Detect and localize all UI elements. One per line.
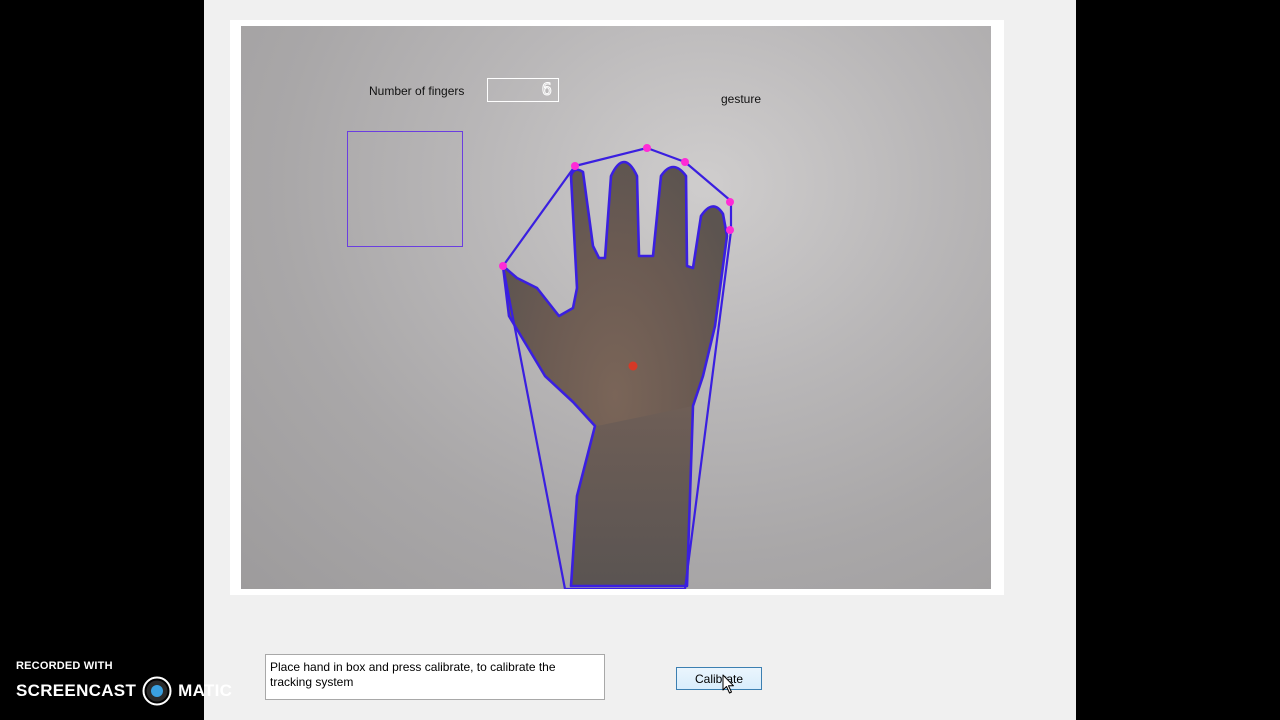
fingertip-marker [499, 262, 507, 270]
finger-count-value: 6 [541, 80, 552, 100]
camera-feed: Number of fingers 6 gesture [241, 26, 991, 589]
fingertip-marker [726, 226, 734, 234]
watermark-brand-right: MATIC [178, 681, 233, 700]
fingertip-marker [643, 144, 651, 152]
fingertip-marker [726, 198, 734, 206]
recording-watermark: RECORDED WITH SCREENCAST MATIC [16, 660, 232, 706]
forearm [571, 406, 693, 586]
arrow-cursor-icon [722, 674, 734, 694]
fingertip-marker [571, 162, 579, 170]
palm-center-marker [628, 361, 638, 371]
app-window: Number of fingers 6 gesture Place hand i… [204, 0, 1076, 720]
watermark-recorded-with: RECORDED WITH [16, 660, 113, 672]
watermark-brand-left: SCREENCAST [16, 681, 137, 700]
screen: Number of fingers 6 gesture Place hand i… [0, 0, 1280, 720]
finger-count-label: Number of fingers [369, 84, 465, 98]
finger-count-display: 6 [487, 78, 559, 102]
hand-tracking-overlay [499, 144, 734, 589]
fingertip-marker [681, 158, 689, 166]
calibrate-button[interactable]: Calibrate [676, 667, 762, 690]
screencast-logo-icon [142, 676, 172, 706]
instruction-textbox[interactable]: Place hand in box and press calibrate, t… [265, 654, 605, 700]
calibration-box [347, 131, 463, 247]
video-frame: Number of fingers 6 gesture [230, 20, 1004, 595]
gesture-label: gesture [721, 92, 762, 106]
